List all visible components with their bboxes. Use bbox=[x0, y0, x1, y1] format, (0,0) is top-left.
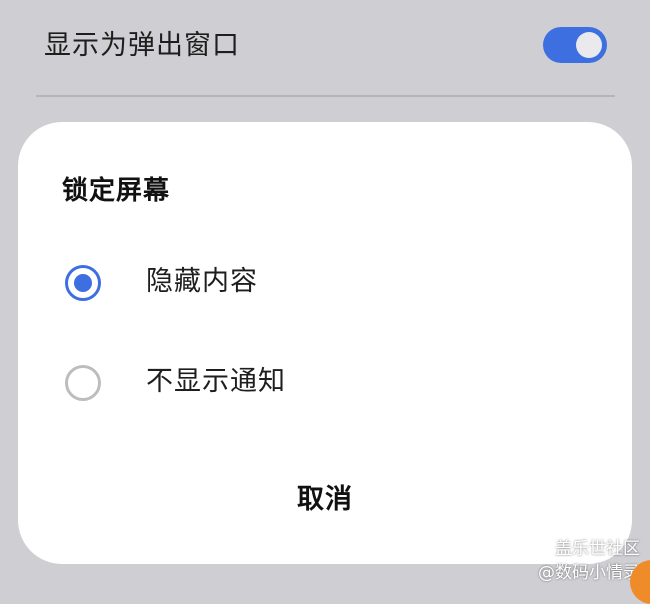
watermark-author: @数码小情录 bbox=[538, 563, 640, 583]
lock-screen-dialog: 锁定屏幕 隐藏内容 不显示通知 取消 bbox=[18, 122, 632, 564]
popup-setting-row[interactable]: 显示为弹出窗口 bbox=[0, 0, 650, 95]
option-no-notifications[interactable]: 不显示通知 bbox=[18, 344, 632, 424]
option-no-notifications-label: 不显示通知 bbox=[146, 366, 286, 397]
popup-toggle-switch[interactable] bbox=[543, 27, 607, 63]
radio-no-notifications[interactable] bbox=[65, 365, 101, 401]
popup-setting-label: 显示为弹出窗口 bbox=[44, 30, 240, 61]
toggle-knob bbox=[576, 32, 602, 58]
option-hide-content[interactable]: 隐藏内容 bbox=[18, 244, 632, 324]
divider bbox=[36, 95, 615, 97]
dialog-title: 锁定屏幕 bbox=[62, 176, 171, 206]
option-hide-content-label: 隐藏内容 bbox=[146, 266, 258, 297]
watermark-community: 盖乐世社区 bbox=[555, 539, 640, 559]
radio-hide-content[interactable] bbox=[65, 265, 101, 301]
cancel-button[interactable]: 取消 bbox=[225, 468, 425, 524]
